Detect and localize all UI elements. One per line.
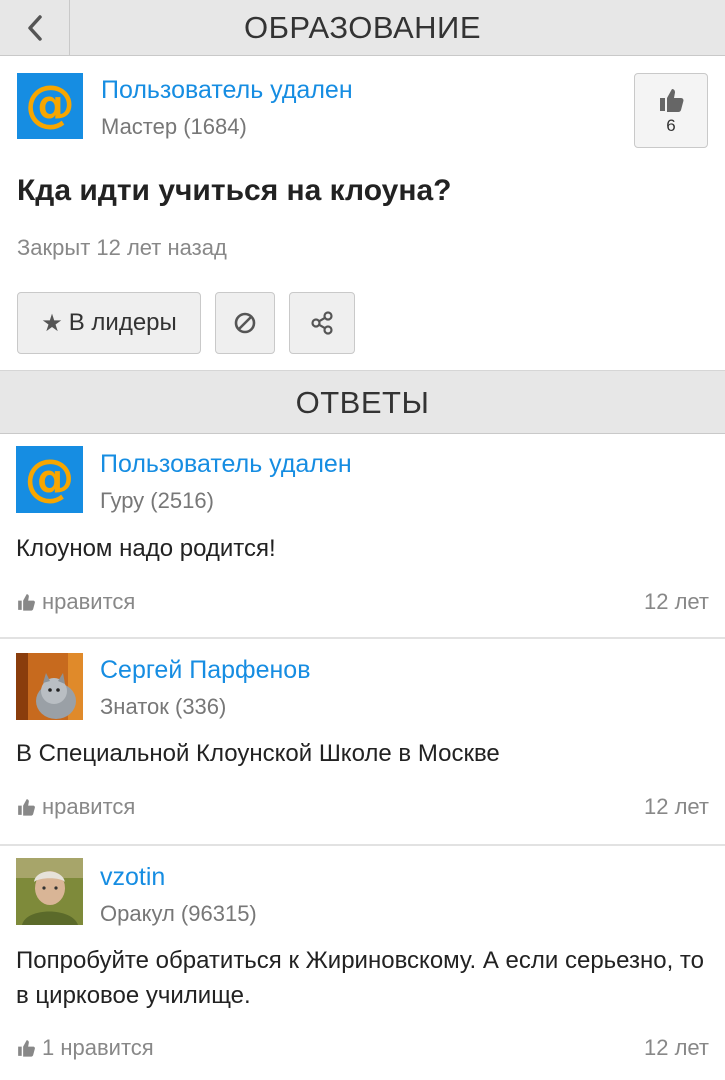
thumbs-up-icon	[660, 88, 684, 112]
question-author-name[interactable]: Пользователь удален	[101, 76, 353, 105]
answer-text: В Специальной Клоунской Школе в Москве	[16, 740, 500, 767]
answer-time: 12 лет	[643, 589, 709, 614]
share-button[interactable]	[289, 292, 355, 354]
answer-like-label: нравится	[42, 589, 136, 614]
report-button[interactable]	[215, 292, 275, 354]
category-title: ОБРАЗОВАНИЕ	[243, 10, 482, 45]
answer-author-name[interactable]: Пользователь удален	[100, 450, 352, 479]
chevron-left-icon	[27, 14, 42, 41]
answer-author-name[interactable]: Сергей Парфенов	[100, 656, 311, 685]
top-bar: ОБРАЗОВАНИЕ	[0, 0, 725, 56]
cat-photo-avatar	[16, 653, 83, 720]
question-author-rank: Мастер (1684)	[101, 114, 247, 139]
person-photo-avatar	[16, 858, 83, 925]
answer-author-rank: Оракул (96315)	[100, 901, 257, 926]
answer-time: 12 лет	[643, 794, 709, 819]
answer-author-avatar[interactable]	[16, 653, 83, 720]
thumbs-up-icon	[18, 1040, 35, 1057]
thumbs-up-icon	[18, 799, 35, 816]
mail-at-icon: @	[24, 448, 75, 507]
answer-author-rank: Знаток (336)	[100, 694, 227, 719]
answer-like-label: нравится	[42, 794, 136, 819]
answer-divider	[0, 637, 725, 639]
answer-like-label: 1 нравится	[42, 1035, 154, 1060]
to-leaders-label: В лидеры	[68, 309, 177, 336]
answer-like-button[interactable]: нравится	[16, 589, 135, 615]
answer-author-rank: Гуру (2516)	[100, 488, 214, 513]
answer-divider	[0, 844, 725, 846]
answer-text: Попробуйте обратиться к Жириновскому. А …	[16, 947, 704, 1009]
answer-like-button[interactable]: нравится	[16, 794, 135, 820]
question-status: Закрыт 12 лет назад	[17, 235, 227, 260]
block-icon	[234, 312, 256, 334]
answer-like-button[interactable]: 1 нравится	[16, 1035, 154, 1061]
answer-author-avatar[interactable]: @	[16, 446, 83, 513]
author-avatar[interactable]: @	[17, 73, 83, 139]
share-icon	[311, 311, 333, 335]
answer-time: 12 лет	[643, 1035, 709, 1060]
thumbs-up-icon	[18, 594, 35, 611]
question-title: Кда идти учиться на клоуна?	[17, 174, 452, 207]
question-like-button[interactable]: 6	[634, 73, 708, 148]
back-button[interactable]	[0, 0, 70, 55]
to-leaders-button[interactable]: ★ В лидеры	[17, 292, 201, 354]
answers-header: ОТВЕТЫ	[0, 370, 725, 434]
answer-author-avatar[interactable]	[16, 858, 83, 925]
question-like-count: 6	[666, 115, 676, 135]
answer-author-name[interactable]: vzotin	[100, 863, 165, 892]
mail-at-icon: @	[25, 75, 75, 133]
star-icon: ★	[41, 309, 63, 337]
answer-text: Клоуном надо родится!	[16, 535, 276, 562]
